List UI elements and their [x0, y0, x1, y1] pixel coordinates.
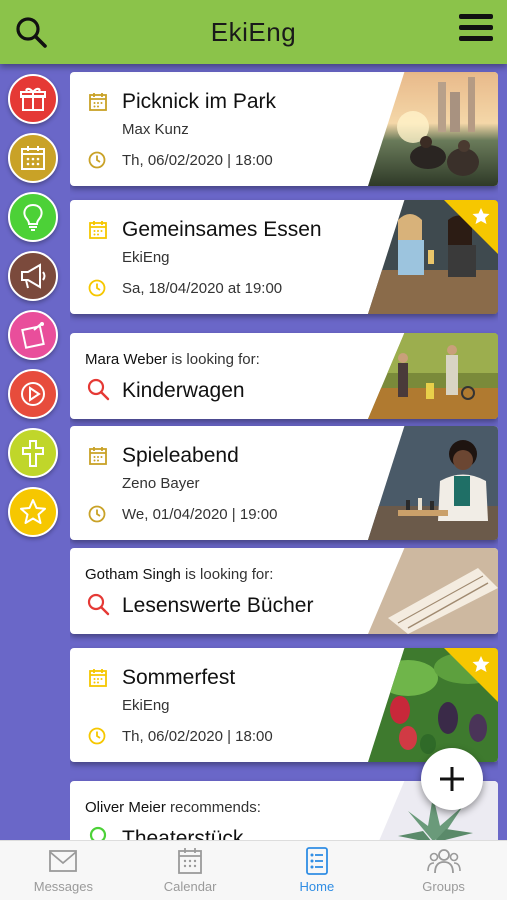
nav-messages-label: Messages: [33, 879, 93, 894]
event-date: We, 01/04/2020 | 19:00: [122, 506, 278, 523]
menu-button[interactable]: [459, 14, 493, 44]
groups-icon: [426, 849, 461, 874]
request-image: [368, 333, 498, 419]
clock-icon: [88, 505, 106, 523]
request-title: Lesenswerte Bücher: [122, 594, 314, 617]
request-action: is looking for:: [180, 566, 274, 583]
recommendation-action: recommends:: [165, 799, 261, 816]
event-image: [368, 72, 498, 186]
request-header: Mara Weber is looking for:: [85, 351, 260, 368]
nav-groups[interactable]: Groups: [380, 841, 507, 900]
lightbulb-icon: [23, 203, 43, 231]
event-title: Gemeinsames Essen: [122, 218, 322, 241]
nav-messages[interactable]: Messages: [0, 841, 127, 900]
search-icon: [87, 378, 110, 401]
star-icon: [20, 499, 46, 524]
category-calendar-button[interactable]: [8, 133, 58, 183]
category-notice-button[interactable]: [8, 310, 58, 360]
clock-icon: [88, 151, 106, 169]
category-favorites-button[interactable]: [8, 487, 58, 537]
calendar-icon: [178, 848, 203, 874]
category-sidebar: [0, 64, 64, 840]
featured-star-badge: [444, 648, 498, 702]
recommendation-person: Oliver Meier: [85, 799, 166, 816]
event-card[interactable]: Gemeinsames Essen EkiEng Sa, 18/04/2020 …: [70, 200, 498, 314]
search-icon: [16, 17, 47, 48]
event-title: Spieleabend: [122, 444, 239, 467]
nav-groups-label: Groups: [422, 879, 465, 894]
event-organizer: Max Kunz: [122, 121, 189, 138]
request-person: Gotham Singh: [85, 566, 181, 583]
request-action: is looking for:: [167, 351, 260, 368]
request-title: Kinderwagen: [122, 379, 245, 402]
event-date: Th, 06/02/2020 | 18:00: [122, 152, 273, 169]
event-card[interactable]: Picknick im Park Max Kunz Th, 06/02/2020…: [70, 72, 498, 186]
recommendation-title: Theaterstück: [122, 827, 244, 840]
request-card[interactable]: Gotham Singh is looking for: Lesenswerte…: [70, 548, 498, 634]
menu-icon-bar: [459, 25, 493, 30]
event-card[interactable]: Spieleabend Zeno Bayer We, 01/04/2020 | …: [70, 426, 498, 540]
nav-home[interactable]: Home: [254, 841, 381, 900]
category-announcement-button[interactable]: [8, 251, 58, 301]
event-organizer: EkiEng: [122, 249, 170, 266]
recommendation-header: Oliver Meier recommends:: [85, 799, 261, 816]
search-icon: [87, 593, 110, 616]
app-title: EkiEng: [210, 16, 297, 47]
add-button[interactable]: [421, 748, 483, 810]
request-image: [368, 548, 498, 634]
calendar-icon: [89, 447, 107, 465]
megaphone-icon: [21, 263, 46, 289]
search-button[interactable]: [14, 15, 48, 49]
event-organizer: Zeno Bayer: [122, 475, 200, 492]
play-icon: [21, 382, 45, 406]
menu-icon-bar: [459, 14, 493, 19]
request-header: Gotham Singh is looking for:: [85, 566, 273, 583]
recommend-icon: [89, 826, 107, 840]
category-idea-button[interactable]: [8, 192, 58, 242]
event-card[interactable]: Sommerfest EkiEng Th, 06/02/2020 | 18:00: [70, 648, 498, 762]
cross-icon: [22, 440, 44, 467]
calendar-icon: [21, 146, 45, 170]
request-person: Mara Weber: [85, 351, 168, 368]
feed-list: Picknick im Park Max Kunz Th, 06/02/2020…: [70, 64, 498, 840]
calendar-icon: [89, 93, 107, 111]
event-image: [368, 426, 498, 540]
event-organizer: EkiEng: [122, 697, 170, 714]
envelope-icon: [49, 850, 78, 872]
calendar-icon: [89, 221, 107, 239]
category-faith-button[interactable]: [8, 428, 58, 478]
request-card[interactable]: Mara Weber is looking for: Kinderwagen: [70, 333, 498, 419]
clock-icon: [88, 279, 106, 297]
event-title: Sommerfest: [122, 666, 236, 689]
list-icon: [305, 847, 328, 875]
app-header: EkiEng: [0, 0, 507, 64]
menu-icon-bar: [459, 36, 493, 41]
bottom-navigation: Messages Calendar Home Groups: [0, 840, 507, 900]
calendar-icon: [89, 669, 107, 687]
event-date: Th, 06/02/2020 | 18:00: [122, 728, 273, 745]
clock-icon: [88, 727, 106, 745]
plus-icon: [440, 767, 464, 791]
gift-icon: [20, 87, 46, 111]
pin-icon: [21, 322, 45, 349]
event-title: Picknick im Park: [122, 90, 277, 113]
event-date: Sa, 18/04/2020 at 19:00: [122, 280, 283, 297]
featured-star-badge: [444, 200, 498, 254]
category-gift-button[interactable]: [8, 74, 58, 124]
nav-calendar-label: Calendar: [163, 879, 217, 894]
category-media-button[interactable]: [8, 369, 58, 419]
nav-calendar[interactable]: Calendar: [127, 841, 254, 900]
nav-home-label: Home: [299, 879, 335, 894]
